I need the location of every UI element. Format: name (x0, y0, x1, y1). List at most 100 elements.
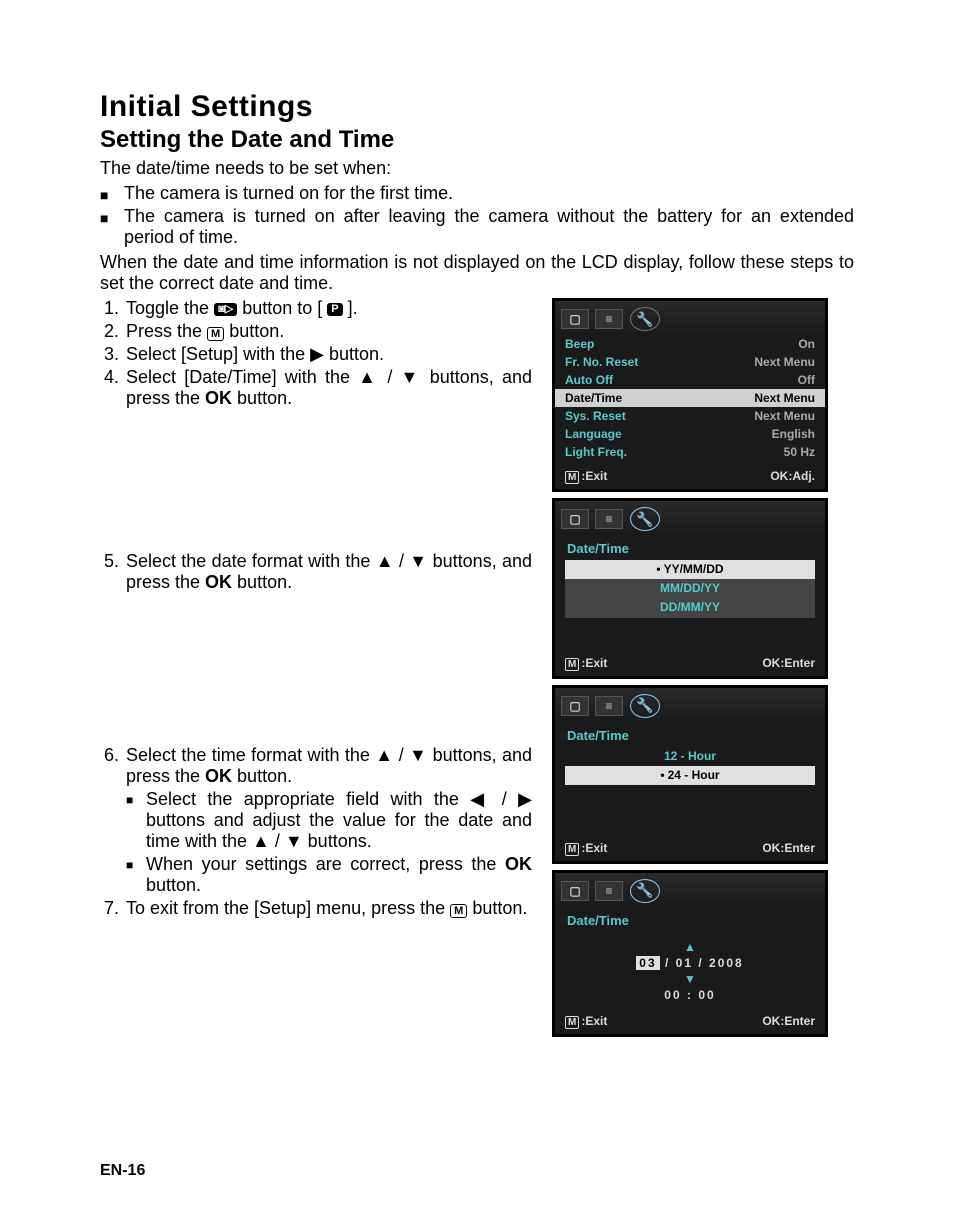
tab-camera-icon: ▢ (561, 881, 589, 901)
text: button to [ (237, 298, 327, 318)
step-5: Select the date format with the ▲ / ▼ bu… (124, 551, 532, 743)
page-number: EN-16 (100, 1162, 145, 1180)
text: YY/MM/DD (664, 562, 724, 576)
setup-value: 50 Hz (784, 443, 815, 461)
sub-bullet: Select the appropriate field with the ◀ … (146, 789, 532, 852)
intro-text: The date/time needs to be set when: (100, 158, 854, 179)
text: button. (224, 321, 284, 341)
text: button. (232, 388, 292, 408)
m-icon: M (565, 471, 579, 484)
setup-value: Next Menu (754, 353, 815, 371)
day-field: 01 (676, 956, 693, 970)
tab-setup-icon: 🔧 (629, 505, 661, 533)
step-3: Select [Setup] with the ▶ button. (124, 344, 532, 365)
ok-label: OK (505, 854, 532, 874)
m-icon: M (565, 1016, 579, 1029)
setup-label: Auto Off (565, 371, 613, 389)
text: Select the date format with the ▲ / ▼ bu… (126, 551, 532, 592)
footer-ok: OK:Enter (762, 656, 815, 670)
setup-value: Off (798, 371, 815, 389)
menu-item: DD/MM/YY (565, 598, 815, 617)
camera-play-icon: ◙▷ (214, 303, 237, 316)
paragraph: When the date and time information is no… (100, 252, 854, 294)
tab-camera-icon: ▢ (561, 309, 589, 329)
step-1: Toggle the ◙▷ button to [ P ]. (124, 298, 532, 319)
setup-row: Auto Off Off (565, 371, 815, 389)
text: :Exit (581, 656, 607, 670)
text: ]. (343, 298, 358, 318)
setup-label: Date/Time (565, 389, 622, 407)
step-7: To exit from the [Setup] menu, press the… (124, 898, 532, 919)
lcd-time-format: ▢ ≡ 🔧 Date/Time 12 - Hour 24 - Hour M:Ex… (552, 685, 828, 864)
m-icon: M (565, 658, 579, 671)
lcd-date-format: ▢ ≡ 🔧 Date/Time YY/MM/DD MM/DD/YY DD/MM/… (552, 498, 828, 679)
ok-label: OK (205, 766, 232, 786)
text: button. (232, 572, 292, 592)
bullet-item: The camera is turned on for the first ti… (124, 183, 854, 204)
month-field: 03 (636, 956, 659, 970)
text: Select the time format with the ▲ / ▼ bu… (126, 745, 532, 786)
tab-list-icon: ≡ (595, 309, 623, 329)
step-6: Select the time format with the ▲ / ▼ bu… (124, 745, 532, 896)
text: Select [Date/Time] with the ▲ / ▼ button… (126, 367, 532, 408)
ok-label: OK (205, 388, 232, 408)
m-icon: M (565, 843, 579, 856)
m-button-icon: M (207, 327, 224, 341)
menu-title: Date/Time (555, 907, 825, 932)
tab-setup-icon: 🔧 (629, 692, 661, 720)
text: :Exit (581, 469, 607, 483)
setup-label: Language (565, 425, 622, 443)
minute-field: 00 (698, 988, 715, 1002)
tab-list-icon: ≡ (595, 509, 623, 529)
text: :Exit (581, 1014, 607, 1028)
menu-title: Date/Time (555, 535, 825, 560)
p-mode-icon: P (327, 303, 342, 316)
setup-row: Language English (565, 425, 815, 443)
setup-label: Light Freq. (565, 443, 627, 461)
setup-value: Next Menu (754, 389, 815, 407)
setup-label: Sys. Reset (565, 407, 626, 425)
page-title: Initial Settings (100, 90, 854, 124)
m-button-icon: M (450, 904, 467, 918)
setup-value: Next Menu (754, 407, 815, 425)
setup-value: English (772, 425, 815, 443)
tab-camera-icon: ▢ (561, 696, 589, 716)
down-arrow-icon: ▼ (555, 972, 825, 986)
menu-item: MM/DD/YY (565, 579, 815, 598)
footer-exit: M:Exit (565, 841, 607, 855)
text: button. (146, 875, 201, 895)
menu-item: YY/MM/DD (565, 560, 815, 579)
footer-ok: OK:Adj. (770, 469, 815, 483)
tab-setup-icon: 🔧 (629, 877, 661, 905)
lcd-datetime-edit: ▢ ≡ 🔧 Date/Time ▲ 03 / 01 / 2008 ▼ 00 : … (552, 870, 828, 1037)
footer-exit: M:Exit (565, 656, 607, 670)
tab-camera-icon: ▢ (561, 509, 589, 529)
lcd-setup-menu: ▢ ≡ 🔧 BeepOnFr. No. ResetNext MenuAuto O… (552, 298, 828, 492)
setup-label: Fr. No. Reset (565, 353, 638, 371)
tab-list-icon: ≡ (595, 881, 623, 901)
text: To exit from the [Setup] menu, press the (126, 898, 450, 918)
date-row: 03 / 01 / 2008 (555, 956, 825, 970)
setup-row: Date/Time Next Menu (555, 389, 825, 407)
up-arrow-icon: ▲ (555, 940, 825, 954)
menu-item: 24 - Hour (565, 766, 815, 785)
text: :Exit (581, 841, 607, 855)
tab-list-icon: ≡ (595, 696, 623, 716)
text: button. (232, 766, 292, 786)
step-2: Press the M button. (124, 321, 532, 342)
text: Toggle the (126, 298, 214, 318)
bullet-item: The camera is turned on after leaving th… (124, 206, 854, 248)
ok-label: OK (205, 572, 232, 592)
text: When your settings are correct, press th… (146, 854, 505, 874)
footer-exit: M:Exit (565, 1014, 607, 1028)
footer-ok: OK:Enter (762, 841, 815, 855)
setup-row: BeepOn (565, 335, 815, 353)
sub-bullet: When your settings are correct, press th… (146, 854, 532, 896)
footer-exit: M:Exit (565, 469, 607, 483)
year-field: 2008 (709, 956, 744, 970)
tab-setup-icon: 🔧 (629, 305, 661, 333)
setup-row: Fr. No. Reset Next Menu (565, 353, 815, 371)
menu-title: Date/Time (555, 722, 825, 747)
section-title: Setting the Date and Time (100, 126, 854, 154)
setup-label: Beep (565, 335, 594, 353)
